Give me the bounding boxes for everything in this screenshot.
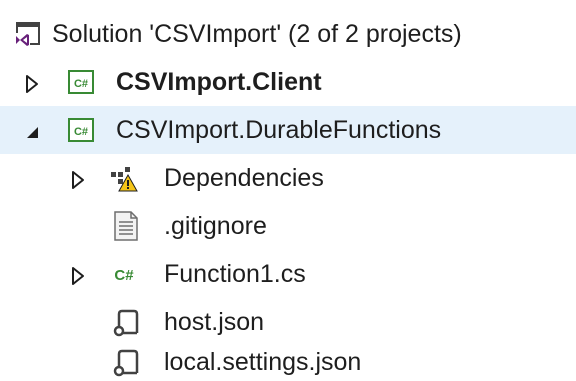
tree-item-gitignore[interactable]: .gitignore bbox=[0, 202, 576, 250]
text-file-icon bbox=[112, 211, 140, 241]
project-label-durable-functions: CSVImport.DurableFunctions bbox=[116, 116, 442, 144]
solution-label: Solution 'CSVImport' (2 of 2 projects) bbox=[52, 20, 462, 48]
json-file-icon bbox=[112, 307, 140, 337]
svg-text:C#: C# bbox=[114, 267, 134, 284]
svg-text:C#: C# bbox=[74, 126, 88, 138]
svg-text:C#: C# bbox=[74, 78, 88, 90]
dependencies-warning-icon bbox=[110, 163, 138, 193]
solution-node[interactable]: Solution 'CSVImport' (2 of 2 projects) bbox=[0, 10, 576, 58]
tree-item-label: host.json bbox=[164, 308, 265, 336]
project-node-durable-functions[interactable]: C# CSVImport.DurableFunctions bbox=[0, 106, 576, 154]
tree-item-label: .gitignore bbox=[164, 212, 267, 240]
tree-item-dependencies[interactable]: Dependencies bbox=[0, 154, 576, 202]
collapse-arrow-icon[interactable] bbox=[22, 120, 42, 140]
tree-item-local-settings-json[interactable]: local.settings.json bbox=[0, 338, 576, 381]
json-file-icon bbox=[112, 347, 140, 377]
visual-studio-solution-icon bbox=[14, 19, 42, 49]
expand-arrow-icon[interactable] bbox=[68, 168, 88, 189]
csharp-file-icon: C# bbox=[110, 259, 138, 289]
project-node-client[interactable]: C# CSVImport.Client bbox=[0, 58, 576, 106]
expand-arrow-icon[interactable] bbox=[68, 264, 88, 285]
csharp-project-icon: C# bbox=[67, 67, 95, 97]
solution-explorer-tree: Solution 'CSVImport' (2 of 2 projects) C… bbox=[0, 0, 576, 381]
tree-item-label: Function1.cs bbox=[164, 260, 306, 288]
project-label-client: CSVImport.Client bbox=[116, 68, 322, 96]
tree-item-label: Dependencies bbox=[164, 164, 324, 192]
expand-arrow-icon[interactable] bbox=[22, 72, 42, 93]
tree-item-label: local.settings.json bbox=[164, 348, 362, 376]
tree-item-function1[interactable]: C# Function1.cs bbox=[0, 250, 576, 298]
csharp-project-icon: C# bbox=[67, 115, 95, 145]
